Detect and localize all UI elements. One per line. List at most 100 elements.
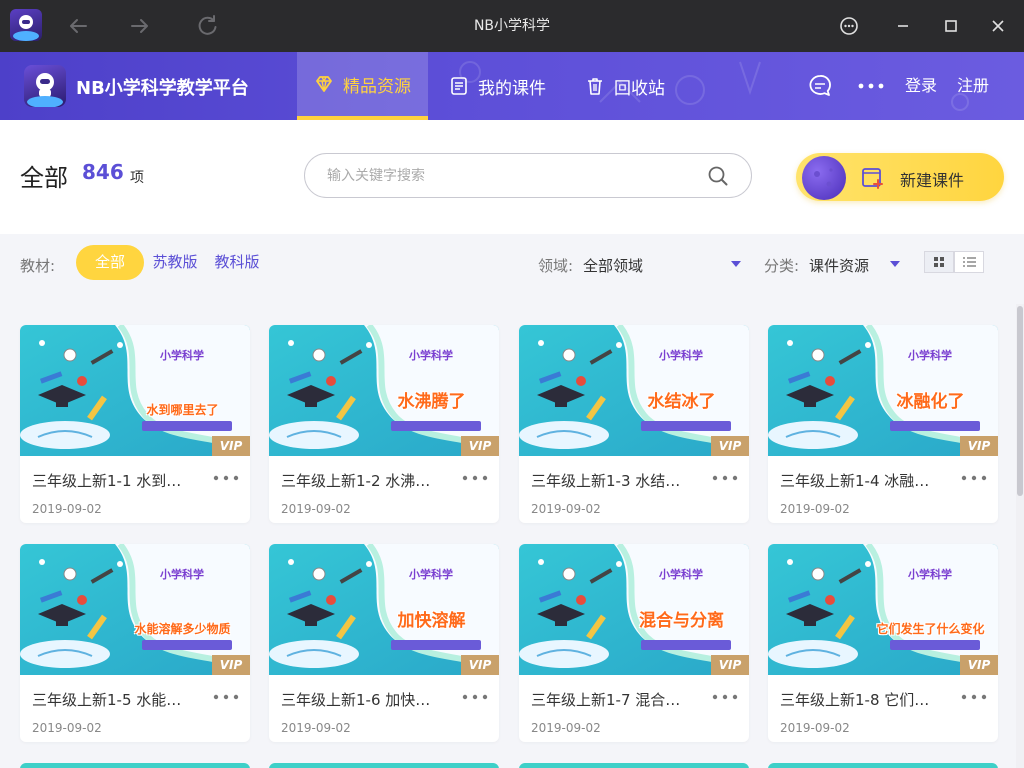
thumbnail-title: 混合与分离: [639, 611, 724, 631]
card-title[interactable]: 三年级上新1-2 水沸…: [281, 470, 449, 491]
courseware-card[interactable]: 小学科学 水沸腾了 VIP 三年级上新1-2 水沸… 2019-09-02: [269, 325, 499, 523]
card-more-icon[interactable]: [461, 689, 489, 705]
card-date: 2019-09-02: [531, 721, 601, 735]
trash-icon: [584, 75, 606, 97]
close-icon[interactable]: [984, 12, 1012, 40]
thumbnail-title: 水结冰了: [647, 392, 716, 412]
card-thumbnail[interactable]: 小学科学 冰融化了 VIP: [768, 325, 998, 456]
card-thumbnail[interactable]: 小学科学 加快溶解 VIP: [269, 544, 499, 675]
courseware-card[interactable]: 小学科学 水能溶解多少物质 VIP 三年级上新1-5 水能… 2019-09-0…: [20, 544, 250, 742]
total-unit: 项: [130, 170, 144, 186]
tab-label: 精品资源: [343, 76, 411, 97]
thumbnail-subtitle-bar: [391, 421, 481, 431]
scrollbar[interactable]: [1016, 304, 1024, 768]
tab-recycle-bin[interactable]: 回收站: [568, 52, 686, 120]
message-icon[interactable]: [806, 72, 834, 100]
thumbnail-subtitle-bar: [641, 421, 731, 431]
grid-icon: [934, 257, 944, 267]
planet-icon: [802, 156, 846, 200]
card-more-icon[interactable]: [212, 689, 240, 705]
vip-badge: VIP: [711, 655, 749, 675]
card-more-icon[interactable]: [960, 689, 988, 705]
more-icon[interactable]: [856, 78, 886, 94]
list-icon: [963, 257, 976, 267]
series-logo: 小学科学: [908, 349, 952, 362]
thumbnail-subtitle-bar: [890, 640, 980, 650]
thumbnail-title: 它们发生了什么变化: [876, 622, 985, 636]
register-link[interactable]: 注册: [957, 72, 989, 96]
card-thumbnail[interactable]: 小学科学 水沸腾了 VIP: [269, 325, 499, 456]
window-title: NB小学科学: [473, 18, 551, 34]
category-select[interactable]: 课件资源: [809, 255, 869, 276]
maximize-icon[interactable]: [937, 12, 965, 40]
card-thumbnail[interactable]: 小学科学 它们发生了什么变化 VIP: [768, 544, 998, 675]
courseware-card[interactable]: 小学科学 加快溶解 VIP 三年级上新1-6 加快… 2019-09-02: [269, 544, 499, 742]
minimize-icon[interactable]: [889, 12, 917, 40]
search-input[interactable]: [327, 164, 687, 188]
card-title[interactable]: 三年级上新1-1 水到…: [32, 470, 200, 491]
card-date: 2019-09-02: [531, 502, 601, 516]
courseware-card[interactable]: 小学科学 水到哪里去了 VIP 三年级上新1-1 水到… 2019-09-02: [20, 325, 250, 523]
card-thumbnail[interactable]: 小学科学 水结冰了 VIP: [519, 325, 749, 456]
tab-label: 回收站: [614, 78, 665, 99]
card-thumbnail[interactable]: 小学科学 水到哪里去了 VIP: [20, 325, 250, 456]
card-title[interactable]: 三年级上新1-5 水能…: [32, 689, 200, 710]
tab-featured-resources[interactable]: 精品资源: [297, 52, 428, 120]
card-partial: [269, 763, 499, 768]
document-icon: [448, 75, 470, 97]
card-more-icon[interactable]: [461, 470, 489, 486]
more-options-icon[interactable]: [835, 12, 863, 40]
add-courseware-icon: [860, 165, 886, 191]
grid-view-button[interactable]: [924, 251, 954, 273]
courseware-grid: 小学科学 水到哪里去了 VIP 三年级上新1-1 水到… 2019-09-02: [0, 304, 1016, 768]
list-view-button[interactable]: [954, 251, 984, 273]
card-date: 2019-09-02: [281, 502, 351, 516]
textbook-option-su[interactable]: 苏教版: [150, 245, 200, 280]
total-label: 全部: [20, 164, 68, 192]
diamond-icon: [313, 73, 335, 95]
card-more-icon[interactable]: [212, 470, 240, 486]
card-more-icon[interactable]: [711, 689, 739, 705]
new-courseware-button[interactable]: 新建课件: [796, 153, 1004, 201]
card-date: 2019-09-02: [780, 721, 850, 735]
card-title[interactable]: 三年级上新1-6 加快…: [281, 689, 449, 710]
window-title-bar: NB小学科学: [0, 0, 1024, 52]
courseware-card[interactable]: 小学科学 水结冰了 VIP 三年级上新1-3 水结… 2019-09-02: [519, 325, 749, 523]
card-thumbnail[interactable]: 小学科学 混合与分离 VIP: [519, 544, 749, 675]
login-link[interactable]: 登录: [905, 72, 937, 96]
toolbar: 全部 846 项 新建课件: [0, 120, 1024, 234]
search-box: [304, 153, 752, 198]
domain-label: 领域:: [538, 257, 574, 275]
new-courseware-label: 新建课件: [900, 171, 965, 190]
card-title[interactable]: 三年级上新1-3 水结…: [531, 470, 699, 491]
card-title[interactable]: 三年级上新1-8 它们…: [780, 689, 948, 710]
card-more-icon[interactable]: [960, 470, 988, 486]
textbook-option-jiaoke[interactable]: 教科版: [212, 245, 262, 280]
thumbnail-title: 冰融化了: [896, 392, 965, 412]
thumbnail-subtitle-bar: [641, 640, 731, 650]
courseware-card[interactable]: 小学科学 它们发生了什么变化 VIP 三年级上新1-8 它们… 2019-09-…: [768, 544, 998, 742]
courseware-card[interactable]: 小学科学 混合与分离 VIP 三年级上新1-7 混合… 2019-09-02: [519, 544, 749, 742]
series-logo: 小学科学: [160, 349, 204, 362]
chevron-down-icon[interactable]: [731, 261, 741, 267]
card-thumbnail[interactable]: 小学科学 水能溶解多少物质 VIP: [20, 544, 250, 675]
textbook-option-all[interactable]: 全部: [76, 245, 144, 280]
card-title[interactable]: 三年级上新1-7 混合…: [531, 689, 699, 710]
thumbnail-title: 水能溶解多少物质: [134, 622, 231, 636]
domain-select[interactable]: 全部领域: [583, 255, 643, 276]
brand-logo[interactable]: [24, 65, 66, 107]
series-logo: 小学科学: [160, 568, 204, 581]
tab-my-courseware[interactable]: 我的课件: [432, 52, 566, 120]
card-date: 2019-09-02: [281, 721, 351, 735]
courseware-card[interactable]: 小学科学 冰融化了 VIP 三年级上新1-4 冰融… 2019-09-02: [768, 325, 998, 523]
search-icon[interactable]: [707, 165, 729, 187]
card-title[interactable]: 三年级上新1-4 冰融…: [780, 470, 948, 491]
card-date: 2019-09-02: [780, 502, 850, 516]
tab-label: 我的课件: [478, 78, 546, 99]
card-more-icon[interactable]: [711, 470, 739, 486]
scrollbar-thumb[interactable]: [1017, 306, 1023, 496]
card-date: 2019-09-02: [32, 721, 102, 735]
app-header: NB小学科学教学平台 精品资源 我的课件 回收站 登录 注册: [0, 52, 1024, 120]
chevron-down-icon[interactable]: [890, 261, 900, 267]
vip-badge: VIP: [461, 655, 499, 675]
